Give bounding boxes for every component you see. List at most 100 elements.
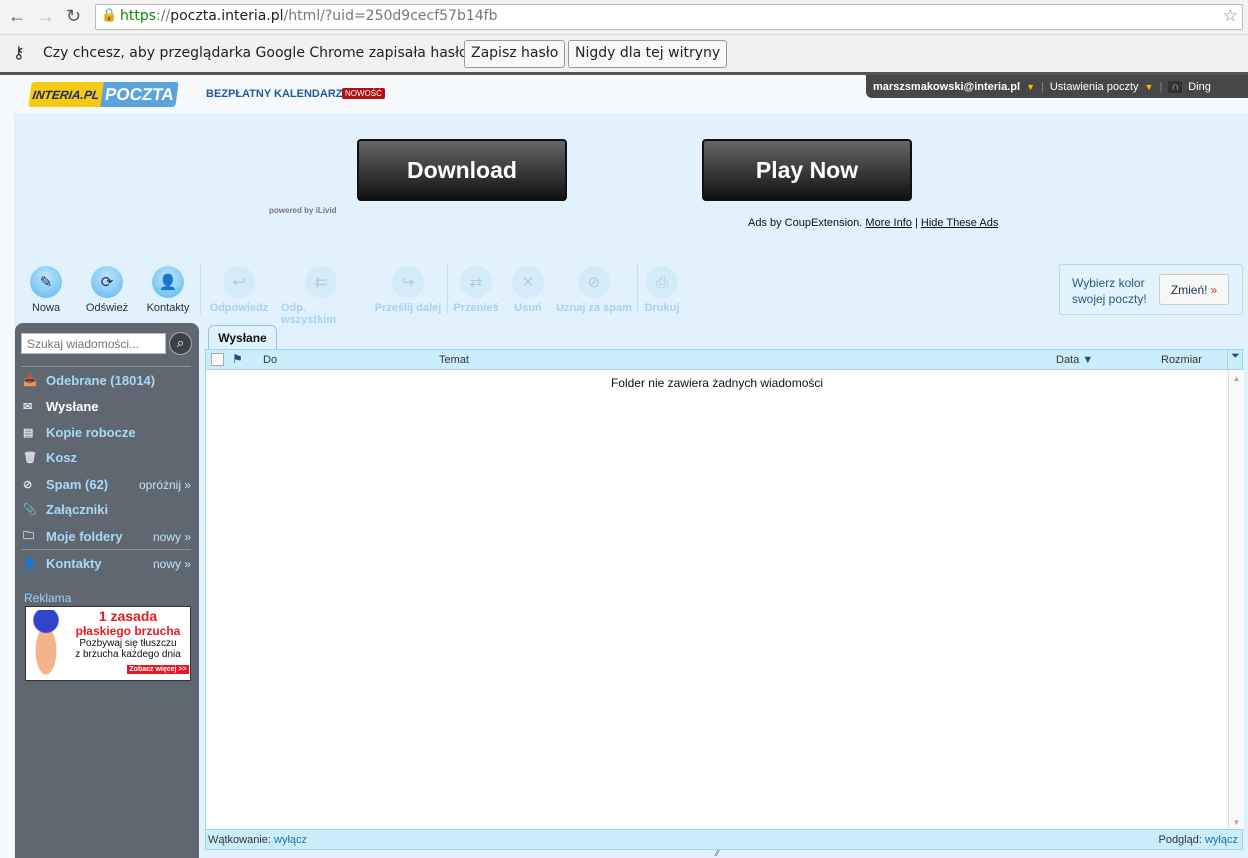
divider [447, 264, 448, 314]
ding-link[interactable]: Ding [1188, 81, 1211, 93]
hide-ads-link[interactable]: Hide These Ads [921, 217, 998, 229]
back-icon[interactable]: ← [8, 6, 26, 27]
forward-icon[interactable]: → [37, 6, 55, 27]
sidebar: ⌕ 📥 Odebrane (18014) ✉ Wysłane ▤ Kopie robocz… [15, 323, 199, 858]
folder-item[interactable]: 📥 Odebrane (18014) [23, 373, 191, 388]
tab-wyslane[interactable]: Wysłane [208, 325, 277, 350]
folder-icon: 👤 [23, 558, 37, 570]
caret-down-icon[interactable]: ▼ [1026, 82, 1035, 92]
column-size[interactable]: Rozmiar [1161, 354, 1202, 366]
color-text: Wybierz kolor [1072, 276, 1145, 290]
change-color-button[interactable]: Zmień!» [1159, 274, 1229, 305]
toolbar-button-odp-wszystkim[interactable]: ⇇ Odp. wszystkim [281, 266, 361, 326]
flag-icon[interactable]: ⚑ [232, 352, 243, 366]
filter-icon[interactable]: ⏷ [1227, 350, 1243, 369]
star-icon[interactable]: ☆ [1223, 6, 1238, 26]
column-subject[interactable]: Temat [439, 354, 469, 366]
folder-item[interactable]: 👤 Kontakty nowy » [23, 556, 191, 571]
ad-line: z brzucha każdego dnia [75, 649, 181, 660]
folder-item[interactable]: ✉ Wysłane [23, 399, 191, 414]
button-label: Odpowiedz [209, 302, 269, 314]
divider [21, 366, 191, 367]
caret-down-icon[interactable]: ▼ [1145, 82, 1154, 92]
browser-toolbar: ← → ↻ 🔒 https://poczta.interia.pl/html/?… [0, 0, 1248, 34]
sort-desc-icon: ▼ [1082, 354, 1094, 366]
folder-action[interactable]: nowy » [153, 530, 191, 544]
search-icon[interactable]: ⌕ [169, 332, 192, 355]
reload-icon[interactable]: ↻ [66, 6, 81, 27]
folder-label: Odebrane (18014) [46, 373, 156, 388]
address-bar[interactable]: 🔒 https://poczta.interia.pl/html/?uid=25… [95, 4, 1243, 30]
compose-icon: ✎ [30, 266, 62, 298]
save-password-button[interactable]: Zapisz hasło [464, 40, 566, 68]
resize-handle-icon[interactable]: ⁄⁄ [716, 849, 719, 858]
arrow-icon: » [1210, 282, 1218, 297]
folder-icon: 🗀 [23, 530, 34, 542]
scrollbar[interactable]: ▲ ▼ [1228, 370, 1244, 829]
folder-item[interactable]: ⊘ Spam (62) opróżnij » [23, 477, 191, 492]
ad-image [28, 610, 64, 678]
folder-label: Moje foldery [46, 529, 123, 544]
color-text: swojej poczty! [1072, 292, 1147, 306]
never-save-button[interactable]: Nigdy dla tej witryny [568, 40, 728, 68]
folder-action[interactable]: opróżnij » [139, 478, 191, 492]
empty-message: Folder nie zawiera żadnych wiadomości [610, 376, 824, 390]
preview-label: Podgląd: [1158, 834, 1202, 846]
preview-toggle[interactable]: wyłącz [1205, 834, 1238, 846]
column-to[interactable]: Do [263, 354, 277, 366]
toolbar-button-odpowiedz[interactable]: ↩ Odpowiedz [199, 266, 279, 314]
folder-label: Wysłane [46, 399, 99, 414]
interia-logo[interactable]: INTERIA.PL POCZTA [28, 82, 179, 107]
threading-toggle[interactable]: wyłącz [274, 834, 307, 846]
headset-icon[interactable]: ∩ [1168, 80, 1183, 93]
column-date[interactable]: Data ▼ [1056, 354, 1093, 366]
delete-icon: ✕ [512, 266, 544, 298]
folder-item[interactable]: 🗑 Kosz [23, 450, 191, 465]
sidebar-ad[interactable]: 1 zasada płaskiego brzucha Pozbywaj się … [25, 606, 191, 681]
ad-line: 1 zasada [98, 608, 158, 624]
button-label: Odp. wszystkim [281, 302, 337, 326]
divider [200, 264, 201, 314]
divider [21, 549, 191, 550]
account-menu[interactable]: marszsmakowski@interia.pl [873, 81, 1020, 93]
account-bar: marszsmakowski@interia.pl ▼ | Ustawienia p… [866, 75, 1248, 98]
ad-line: Pozbywaj się tłuszczu [79, 638, 177, 649]
ad-label: Reklama [24, 591, 72, 605]
sep: | [914, 217, 918, 229]
calendar-link[interactable]: BEZPŁATNY KALENDARZ [206, 88, 342, 100]
refresh-icon: ⟳ [91, 266, 123, 298]
contacts-icon: 👤 [152, 266, 184, 298]
search-input[interactable] [21, 333, 166, 354]
folder-label: Kontakty [46, 556, 102, 571]
ad-line: płaskiego brzucha [75, 624, 181, 638]
folder-icon: 📥 [23, 375, 37, 387]
folder-label: Załączniki [46, 502, 109, 517]
lock-icon: 🔒 [101, 8, 118, 23]
new-badge: NOWOŚĆ [342, 88, 385, 99]
folder-label: Kosz [46, 450, 78, 465]
forward-icon: ↪ [392, 266, 424, 298]
ad-play-button[interactable]: Play Now [702, 139, 912, 201]
list-footer: Wątkowanie: wyłącz Podgląd: wyłącz [205, 829, 1243, 850]
folder-item[interactable]: 🗀 Moje foldery nowy » [23, 527, 191, 546]
url-domain: poczta.interia.pl [170, 8, 284, 24]
toolbar-button-kontakty[interactable]: 👤 Kontakty [128, 266, 208, 314]
ad-cta[interactable]: Zobacz więcej >> [127, 665, 189, 674]
folder-item[interactable]: 📎 Załączniki [23, 502, 191, 517]
more-info-link[interactable]: More Info [865, 217, 911, 229]
ad-download-button[interactable]: Download [357, 139, 567, 201]
settings-menu[interactable]: Ustawienia poczty [1050, 81, 1139, 93]
folder-action[interactable]: nowy » [153, 557, 191, 571]
button-label: Prześlij dalej [374, 302, 442, 314]
folder-label: Kopie robocze [46, 425, 136, 440]
ads-by: Ads by CoupExtension. More Info | Hide T… [748, 217, 998, 229]
folder-icon: ⊘ [23, 479, 33, 491]
table-header: ⚑ Do Temat Data ▼ Rozmiar ⏷ [205, 349, 1243, 370]
date-label: Data [1056, 354, 1080, 366]
infobar-text: Czy chcesz, aby przeglądarka Google Chro… [43, 45, 476, 61]
folder-item[interactable]: ▤ Kopie robocze [23, 425, 191, 440]
url-path: /html/?uid=250d9cecf57b14fb [283, 8, 498, 24]
folder-icon: 🗑 [23, 452, 37, 464]
select-all-checkbox[interactable] [211, 353, 224, 366]
toolbar-button-drukuj[interactable]: ⎙ Drukuj [622, 266, 702, 314]
